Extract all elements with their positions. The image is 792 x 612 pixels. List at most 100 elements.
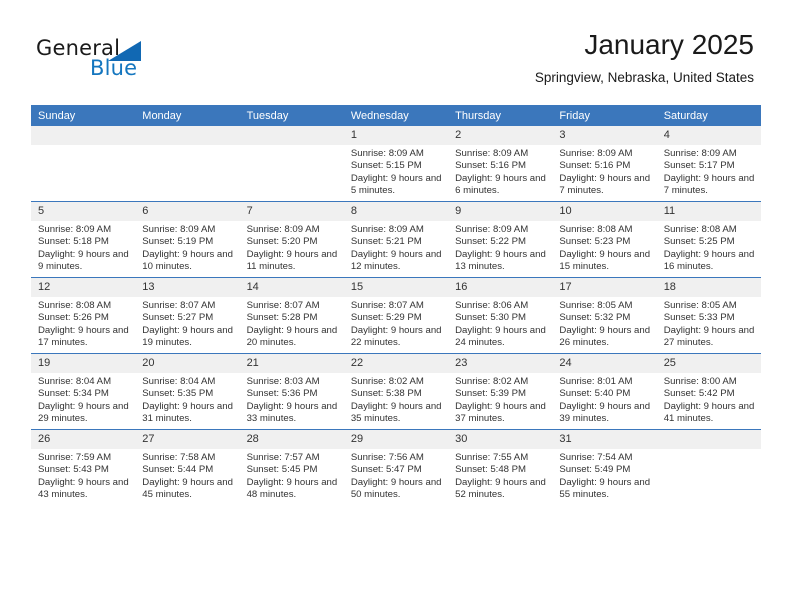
sunset-text: Sunset: 5:47 PM [350,464,422,476]
day-number: 3 [552,126,657,145]
day-cell[interactable]: 13 Sunrise: 8:07 AM Sunset: 5:27 PM Dayligh… [135,277,240,354]
day-info: Sunrise: 8:09 AM Sunset: 5:15 PM Daylight:… [344,145,448,197]
sunset-text: Sunset: 5:43 PM [38,464,109,476]
day-cell[interactable]: 24 Sunrise: 8:01 AM Sunset: 5:40 PM Dayligh… [552,353,657,430]
sunrise-text: Sunrise: 8:08 AM [38,300,112,311]
weekday-header-wednesday: Wednesday [343,105,449,126]
daylight-text: Daylight: 9 hours and 5 minutes. [350,172,442,196]
day-number: 30 [448,430,553,449]
day-cell[interactable]: 6 Sunrise: 8:09 AM Sunset: 5:19 PM Daylight… [135,201,240,278]
day-number: 21 [239,354,344,373]
sunset-text: Sunset: 5:39 PM [455,388,527,400]
day-number: 7 [239,202,344,221]
daylight-text: Daylight: 9 hours and 10 minutes. [142,248,233,272]
day-cell[interactable]: 23 Sunrise: 8:02 AM Sunset: 5:39 PM Dayligh… [448,353,553,430]
day-cell[interactable]: 16 Sunrise: 8:06 AM Sunset: 5:30 PM Dayligh… [448,277,553,354]
day-number: 4 [656,126,761,145]
day-info: Sunrise: 8:00 AM Sunset: 5:42 PM Daylight:… [657,373,761,425]
day-info: Sunrise: 8:05 AM Sunset: 5:33 PM Daylight:… [657,297,761,349]
daylight-text: Daylight: 9 hours and 20 minutes. [246,324,338,348]
day-info: Sunrise: 8:04 AM Sunset: 5:35 PM Daylight:… [135,373,239,425]
day-cell[interactable]: 11 Sunrise: 8:08 AM Sunset: 5:25 PM Dayligh… [656,201,761,278]
day-cell[interactable]: 3 Sunrise: 8:09 AM Sunset: 5:16 PM Daylight… [552,126,657,202]
day-info: Sunrise: 8:01 AM Sunset: 5:40 PM Daylight:… [552,373,656,425]
day-cell[interactable]: 26 Sunrise: 7:59 AM Sunset: 5:43 PM Dayligh… [31,429,136,505]
daylight-text: Daylight: 9 hours and 11 minutes. [246,248,338,272]
day-cell[interactable]: 20 Sunrise: 8:04 AM Sunset: 5:35 PM Dayligh… [135,353,240,430]
daylight-text: Daylight: 9 hours and 15 minutes. [559,248,651,272]
day-cell[interactable]: 5 Sunrise: 8:09 AM Sunset: 5:18 PM Daylight… [31,201,136,278]
day-info: Sunrise: 8:05 AM Sunset: 5:32 PM Daylight:… [552,297,656,349]
day-number: 14 [239,278,344,297]
sunset-text: Sunset: 5:30 PM [455,312,527,324]
sunrise-text: Sunrise: 8:04 AM [38,376,112,387]
sunrise-text: Sunrise: 8:08 AM [559,224,633,235]
sunrise-text: Sunrise: 8:00 AM [663,376,737,387]
day-cell[interactable]: 18 Sunrise: 8:05 AM Sunset: 5:33 PM Dayligh… [656,277,761,354]
day-info: Sunrise: 7:54 AM Sunset: 5:49 PM Daylight:… [552,449,656,501]
sunrise-text: Sunrise: 7:57 AM [246,452,320,463]
day-cell[interactable]: 27 Sunrise: 7:58 AM Sunset: 5:44 PM Dayligh… [135,429,240,505]
daylight-text: Daylight: 9 hours and 55 minutes. [559,476,651,500]
sunset-text: Sunset: 5:48 PM [455,464,527,476]
sunset-text: Sunset: 5:42 PM [663,388,735,400]
day-info: Sunrise: 7:59 AM Sunset: 5:43 PM Daylight:… [31,449,135,501]
sunrise-text: Sunrise: 8:04 AM [142,376,216,387]
sunrise-text: Sunrise: 8:09 AM [142,224,216,235]
day-cell[interactable]: 25 Sunrise: 8:00 AM Sunset: 5:42 PM Dayligh… [656,353,761,430]
sunset-text: Sunset: 5:22 PM [455,236,527,248]
day-number: 18 [656,278,761,297]
day-cell[interactable]: 17 Sunrise: 8:05 AM Sunset: 5:32 PM Dayligh… [552,277,657,354]
day-cell[interactable]: 15 Sunrise: 8:07 AM Sunset: 5:29 PM Dayligh… [343,277,449,354]
daylight-text: Daylight: 9 hours and 33 minutes. [246,400,338,424]
day-number: 16 [448,278,553,297]
day-info: Sunrise: 8:07 AM Sunset: 5:28 PM Daylight:… [240,297,344,349]
sunrise-text: Sunrise: 8:03 AM [246,376,320,387]
day-cell[interactable]: 9 Sunrise: 8:09 AM Sunset: 5:22 PM Daylight… [448,201,553,278]
day-cell[interactable]: 31 Sunrise: 7:54 AM Sunset: 5:49 PM Dayligh… [552,429,657,505]
daylight-text: Daylight: 9 hours and 13 minutes. [455,248,546,272]
day-cell-empty [656,429,761,505]
day-number: 23 [448,354,553,373]
day-cell[interactable]: 19 Sunrise: 8:04 AM Sunset: 5:34 PM Dayligh… [31,353,136,430]
day-info: Sunrise: 8:09 AM Sunset: 5:16 PM Daylight:… [448,145,552,197]
day-info: Sunrise: 7:58 AM Sunset: 5:44 PM Daylight:… [135,449,239,501]
day-cell[interactable]: 2 Sunrise: 8:09 AM Sunset: 5:16 PM Daylight… [448,126,553,202]
day-cell[interactable]: 4 Sunrise: 8:09 AM Sunset: 5:17 PM Daylight… [656,126,761,202]
day-info: Sunrise: 8:09 AM Sunset: 5:19 PM Daylight:… [135,221,239,273]
sunset-text: Sunset: 5:49 PM [559,464,631,476]
day-cell[interactable]: 22 Sunrise: 8:02 AM Sunset: 5:38 PM Dayligh… [343,353,449,430]
day-info: Sunrise: 8:02 AM Sunset: 5:38 PM Daylight:… [344,373,448,425]
day-info: Sunrise: 8:08 AM Sunset: 5:26 PM Daylight:… [31,297,135,349]
day-number: 31 [552,430,657,449]
day-cell[interactable]: 30 Sunrise: 7:55 AM Sunset: 5:48 PM Dayligh… [448,429,553,505]
general-blue-logo[interactable]: General Blue [36,36,166,84]
day-cell[interactable]: 7 Sunrise: 8:09 AM Sunset: 5:20 PM Daylight… [239,201,344,278]
day-cell[interactable]: 14 Sunrise: 8:07 AM Sunset: 5:28 PM Dayligh… [239,277,344,354]
daylight-text: Daylight: 9 hours and 29 minutes. [38,400,129,424]
day-cell[interactable]: 1 Sunrise: 8:09 AM Sunset: 5:15 PM Daylight… [343,126,449,202]
day-cell[interactable]: 29 Sunrise: 7:56 AM Sunset: 5:47 PM Dayligh… [343,429,449,505]
daylight-text: Daylight: 9 hours and 43 minutes. [38,476,129,500]
calendar-header-row: Sunday Monday Tuesday Wednesday Thursday… [31,105,761,126]
day-info: Sunrise: 8:08 AM Sunset: 5:23 PM Daylight:… [552,221,656,273]
day-number: 15 [343,278,449,297]
sunrise-text: Sunrise: 8:09 AM [455,224,529,235]
sunset-text: Sunset: 5:16 PM [559,160,631,172]
day-cell[interactable]: 21 Sunrise: 8:03 AM Sunset: 5:36 PM Dayligh… [239,353,344,430]
day-info: Sunrise: 8:02 AM Sunset: 5:39 PM Daylight:… [448,373,552,425]
day-cell[interactable]: 8 Sunrise: 8:09 AM Sunset: 5:21 PM Daylight… [343,201,449,278]
sunset-text: Sunset: 5:25 PM [663,236,735,248]
sunrise-text: Sunrise: 8:09 AM [246,224,320,235]
day-info: Sunrise: 7:57 AM Sunset: 5:45 PM Daylight:… [240,449,344,501]
day-number: 24 [552,354,657,373]
day-info: Sunrise: 8:09 AM Sunset: 5:16 PM Daylight:… [552,145,656,197]
calendar-week-row: 1 Sunrise: 8:09 AM Sunset: 5:15 PM Daylight… [31,126,761,202]
day-cell[interactable]: 28 Sunrise: 7:57 AM Sunset: 5:45 PM Dayligh… [239,429,344,505]
day-cell[interactable]: 10 Sunrise: 8:08 AM Sunset: 5:23 PM Dayligh… [552,201,657,278]
day-cell[interactable]: 12 Sunrise: 8:08 AM Sunset: 5:26 PM Dayligh… [31,277,136,354]
sunset-text: Sunset: 5:23 PM [559,236,631,248]
sunrise-text: Sunrise: 8:07 AM [246,300,320,311]
day-info: Sunrise: 8:09 AM Sunset: 5:22 PM Daylight:… [448,221,552,273]
sunset-text: Sunset: 5:45 PM [246,464,318,476]
